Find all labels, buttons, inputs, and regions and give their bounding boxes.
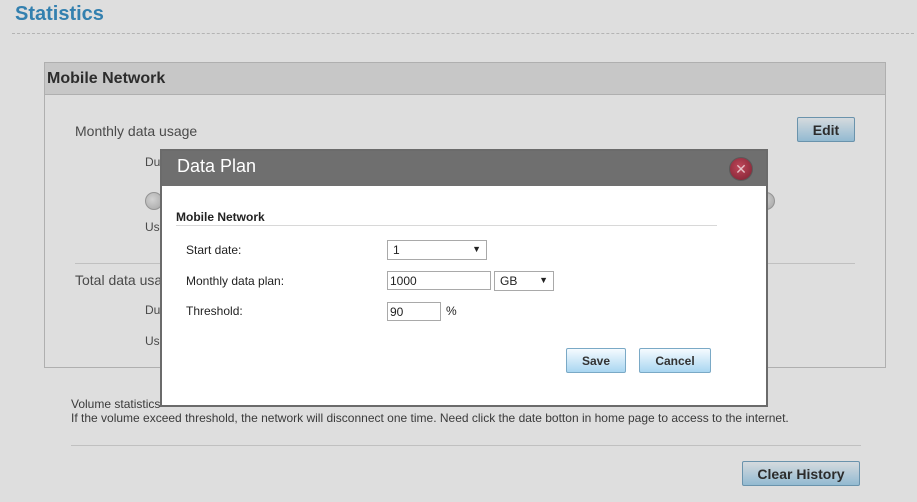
data-unit-value: GB bbox=[500, 274, 518, 288]
monthly-plan-label: Monthly data plan: bbox=[186, 274, 285, 288]
cancel-button[interactable]: Cancel bbox=[639, 348, 711, 373]
chevron-down-icon: ▼ bbox=[539, 275, 548, 285]
start-date-select[interactable]: 1 ▼ bbox=[387, 240, 487, 260]
start-date-label: Start date: bbox=[186, 243, 242, 257]
data-plan-dialog: Data Plan ✕ Mobile Network Start date: 1… bbox=[160, 149, 768, 407]
threshold-label: Threshold: bbox=[186, 304, 243, 318]
monthly-plan-input[interactable] bbox=[387, 271, 491, 290]
dialog-section-title: Mobile Network bbox=[176, 210, 265, 224]
close-icon: ✕ bbox=[735, 161, 747, 177]
threshold-unit: % bbox=[446, 304, 457, 318]
threshold-input[interactable] bbox=[387, 302, 441, 321]
dialog-title: Data Plan bbox=[177, 156, 257, 176]
chevron-down-icon: ▼ bbox=[472, 244, 481, 254]
dialog-section-divider bbox=[176, 225, 717, 226]
save-button[interactable]: Save bbox=[566, 348, 626, 373]
data-unit-select[interactable]: GB ▼ bbox=[494, 271, 554, 291]
dialog-header: Data Plan ✕ bbox=[162, 151, 766, 186]
dialog-close-button[interactable]: ✕ bbox=[729, 157, 753, 181]
start-date-value: 1 bbox=[393, 243, 400, 257]
